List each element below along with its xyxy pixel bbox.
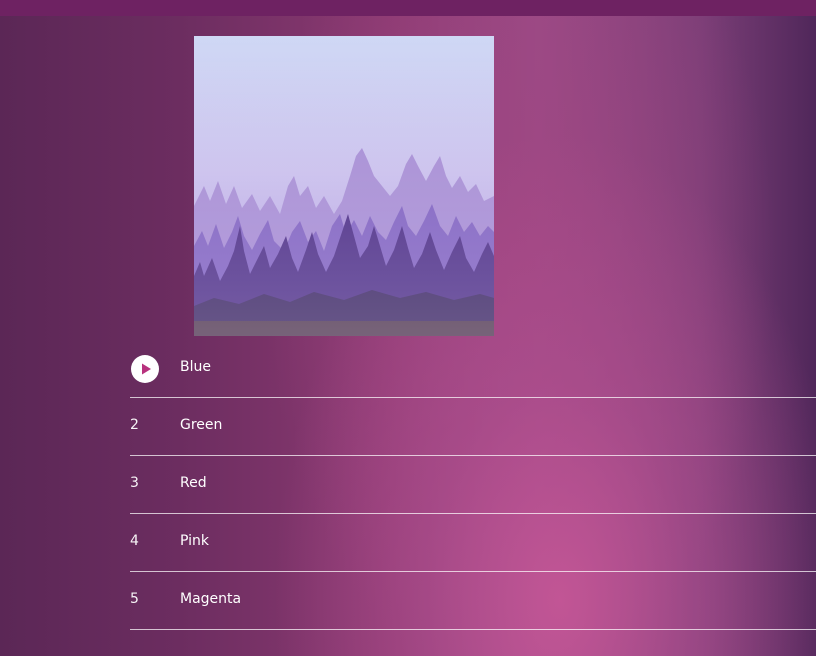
track-row-4[interactable]: 4 Pink: [130, 514, 816, 572]
track-row-5[interactable]: 5 Magenta: [130, 572, 816, 630]
album-cover: [194, 36, 494, 336]
track-title: Magenta: [180, 591, 242, 607]
track-row-1[interactable]: Blue: [130, 340, 816, 398]
track-title: Blue: [180, 359, 211, 375]
track-title: Pink: [180, 533, 210, 549]
track-number: 2: [130, 417, 139, 433]
track-row-3[interactable]: 3 Red: [130, 456, 816, 514]
play-button[interactable]: [131, 355, 159, 383]
play-icon: [142, 363, 151, 375]
track-row-2[interactable]: 2 Green: [130, 398, 816, 456]
track-number: 3: [130, 475, 139, 491]
track-list: Blue 2 Green 3 Red 4 Pink 5 Magenta: [130, 340, 816, 630]
track-number: 5: [130, 591, 139, 607]
track-title: Red: [180, 475, 207, 491]
track-number: 4: [130, 533, 139, 549]
top-bar: [0, 0, 816, 16]
track-title: Green: [180, 417, 223, 433]
